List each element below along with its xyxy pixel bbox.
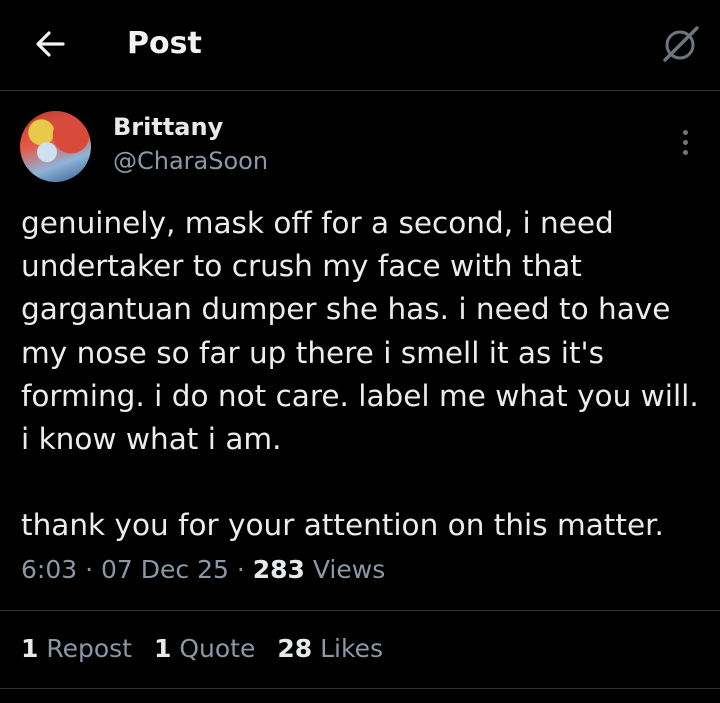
more-dot [682, 139, 688, 145]
meta-divider [0, 610, 720, 611]
likes-count: 28 [277, 634, 313, 663]
grok-icon [663, 26, 699, 62]
meta-separator: · [228, 555, 253, 584]
reposts-label: Repost [46, 634, 132, 663]
more-dot [682, 149, 688, 155]
more-options-button[interactable] [670, 122, 700, 162]
reposts-stat[interactable]: 1 Repost [21, 634, 132, 663]
post-stats: 1 Repost 1 Quote 28 Likes [21, 634, 383, 663]
top-bar: Post [0, 0, 720, 90]
views-count: 283 [252, 555, 305, 584]
stats-divider [0, 688, 720, 689]
post-date: 07 Dec 25 [100, 555, 229, 584]
author-name[interactable]: Brittany [113, 113, 223, 141]
likes-stat[interactable]: 28 Likes [277, 634, 383, 663]
post-time: 6:03 [21, 555, 78, 584]
likes-label: Likes [320, 634, 383, 663]
page-title: Post [127, 26, 202, 61]
reposts-count: 1 [21, 634, 39, 663]
quotes-stat[interactable]: 1 Quote [154, 634, 255, 663]
post-text: genuinely, mask off for a second, i need… [21, 206, 699, 543]
author-handle[interactable]: @CharaSoon [113, 147, 268, 175]
avatar[interactable] [20, 111, 91, 182]
more-dot [682, 129, 688, 135]
quotes-count: 1 [153, 634, 172, 663]
arrow-left-icon [36, 31, 65, 57]
quotes-label: Quote [179, 634, 256, 663]
grok-button[interactable] [658, 21, 704, 67]
post-meta: 6:03 · 07 Dec 25 · 283 Views [21, 555, 385, 584]
header-divider [0, 90, 720, 91]
views-label: Views [312, 555, 386, 584]
back-button[interactable] [28, 24, 72, 64]
meta-separator: · [77, 555, 101, 584]
